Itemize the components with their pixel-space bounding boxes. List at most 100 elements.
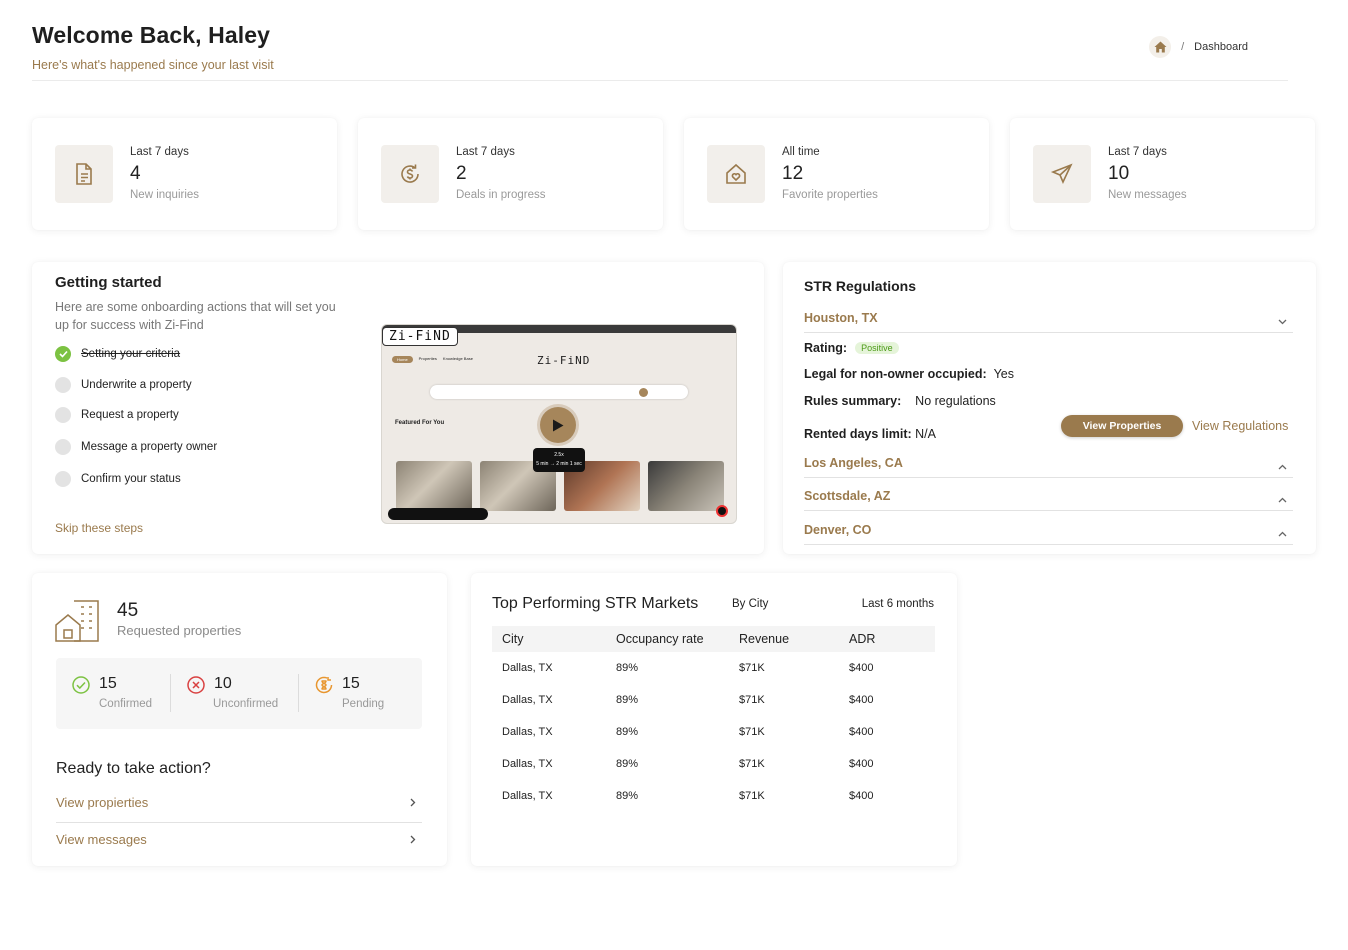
filter-by-city[interactable]: By City <box>732 598 768 610</box>
city-name: Houston, TX <box>804 311 878 325</box>
paper-plane-icon <box>1033 145 1091 203</box>
view-properties-link[interactable]: View propierties <box>56 795 422 823</box>
view-properties-button[interactable]: View Properties <box>1061 415 1183 437</box>
table-header-row: City Occupancy rate Revenue ADR <box>492 626 935 652</box>
table-cell: $400 <box>849 694 874 706</box>
table-cell: $400 <box>849 662 874 674</box>
column-header[interactable]: City <box>492 626 606 652</box>
stat-card-inquiries[interactable]: Last 7 days 4 New inquiries <box>32 118 337 230</box>
search-icon <box>639 387 648 397</box>
stat-card-deals[interactable]: Last 7 days 2 Deals in progress <box>358 118 663 230</box>
accordion-los-angeles[interactable]: Los Angeles, CA <box>804 456 1293 478</box>
accordion-scottsdale[interactable]: Scottsdale, AZ <box>804 489 1293 511</box>
stat-period: All time <box>782 146 820 158</box>
check-icon <box>55 346 71 362</box>
dollar-refresh-icon <box>381 145 439 203</box>
top-markets-card: Top Performing STR Markets By City Last … <box>471 573 957 866</box>
step-item[interactable]: Confirm your status <box>55 471 181 487</box>
table-cell: $71K <box>739 790 765 802</box>
table-cell: $400 <box>849 758 874 770</box>
rules-row: Rules summary: No regulations <box>804 394 996 408</box>
table-cell: 89% <box>616 662 639 674</box>
view-messages-link[interactable]: View messages <box>56 832 422 860</box>
page-title: Welcome Back, Haley <box>32 22 270 48</box>
legal-value: Yes <box>993 367 1015 381</box>
breadcrumb-current[interactable]: Dashboard <box>1194 41 1248 53</box>
video-duration: 5 min → 2 min 1 sec <box>536 461 582 467</box>
table-cell: Dallas, TX <box>502 662 553 674</box>
table-row[interactable]: Dallas, TX 89% $71K $400 <box>492 716 935 748</box>
table-row[interactable]: Dallas, TX 89% $71K $400 <box>492 780 935 812</box>
stat-card-messages[interactable]: Last 7 days 10 New messages <box>1010 118 1315 230</box>
stat-label: New inquiries <box>130 189 200 201</box>
table-cell: Dallas, TX <box>502 694 553 706</box>
play-icon[interactable] <box>540 407 576 443</box>
count-value: 15 <box>99 675 117 692</box>
count-label: Unconfirmed <box>213 698 279 710</box>
chevron-down-icon <box>1278 314 1287 328</box>
stat-value: 2 <box>456 163 467 184</box>
step-item[interactable]: Underwrite a property <box>55 377 192 393</box>
video-nav-item: Home <box>392 356 413 363</box>
step-label: Message a property owner <box>81 441 218 453</box>
chevron-up-icon <box>1278 492 1287 506</box>
legal-row: Legal for non-owner occupied: Yes <box>804 367 1014 381</box>
requested-count: 45 <box>117 600 139 621</box>
divider <box>298 674 299 712</box>
getting-started-title: Getting started <box>55 274 162 291</box>
table-cell: $71K <box>739 694 765 706</box>
table-row[interactable]: Dallas, TX 89% $71K $400 <box>492 652 935 684</box>
status-badge: Positive <box>855 342 899 354</box>
breadcrumb-separator: / <box>1181 41 1185 53</box>
period-selector[interactable]: Last 6 months <box>862 598 934 610</box>
home-icon[interactable] <box>1149 36 1172 58</box>
table-cell: $71K <box>739 758 765 770</box>
table-cell: Dallas, TX <box>502 790 553 802</box>
hourglass-icon <box>315 676 333 699</box>
rented-days-label: Rented days limit: <box>804 427 912 441</box>
step-item[interactable]: Request a property <box>55 407 179 423</box>
requested-breakdown: 15 Confirmed 10 Unconfirmed 15 Pending <box>56 658 422 729</box>
getting-started-description: Here are some onboarding actions that wi… <box>55 300 336 332</box>
page-subtitle: Here's what's happened since your last v… <box>32 58 274 72</box>
table-row[interactable]: Dallas, TX 89% $71K $400 <box>492 684 935 716</box>
column-header[interactable]: Revenue <box>729 626 839 652</box>
accordion-denver[interactable]: Denver, CO <box>804 523 1293 545</box>
count-value: 15 <box>342 675 360 692</box>
requested-properties-card: 45 Requested properties 15 Confirmed 10 … <box>32 573 447 866</box>
table-cell: 89% <box>616 694 639 706</box>
stat-card-favorites[interactable]: All time 12 Favorite properties <box>684 118 989 230</box>
onboarding-video[interactable]: Zi-FiND Home Properties Knowledge Base Z… <box>381 324 737 524</box>
accordion-houston[interactable]: Houston, TX <box>804 311 1293 333</box>
table-cell: $71K <box>739 662 765 674</box>
column-header[interactable]: Occupancy rate <box>606 626 729 652</box>
skip-steps-link[interactable]: Skip these steps <box>55 521 143 535</box>
stat-value: 10 <box>1108 163 1130 184</box>
video-search-bar <box>430 385 688 399</box>
action-title: Ready to take action? <box>56 760 211 777</box>
count-label: Confirmed <box>99 698 153 710</box>
video-controls[interactable] <box>388 508 488 520</box>
stat-value: 4 <box>130 163 141 184</box>
city-name: Denver, CO <box>804 523 872 537</box>
video-speed-tooltip: 2.5x 5 min → 2 min 1 sec <box>533 448 585 472</box>
chevron-up-icon <box>1278 459 1287 473</box>
top-markets-title: Top Performing STR Markets <box>492 595 699 612</box>
breadcrumb: / Dashboard <box>1149 36 1248 58</box>
str-regulations-title: STR Regulations <box>804 278 917 294</box>
view-regulations-link[interactable]: View Regulations <box>1192 419 1288 433</box>
column-header[interactable]: ADR <box>839 626 935 652</box>
stat-label: Deals in progress <box>456 189 546 201</box>
step-item[interactable]: Message a property owner <box>55 439 217 455</box>
table-row[interactable]: Dallas, TX 89% $71K $400 <box>492 748 935 780</box>
property-thumbnail <box>396 461 472 511</box>
pending-dot-icon <box>55 471 71 487</box>
requested-label: Requested properties <box>117 623 242 638</box>
video-nav: Home Properties Knowledge Base <box>392 356 473 363</box>
rules-value: No regulations <box>915 394 996 408</box>
x-circle-icon <box>187 676 205 699</box>
stat-label: New messages <box>1108 189 1187 201</box>
table-cell: $400 <box>849 726 874 738</box>
record-icon[interactable] <box>716 505 728 517</box>
step-item[interactable]: Setting your criteria <box>55 346 180 362</box>
